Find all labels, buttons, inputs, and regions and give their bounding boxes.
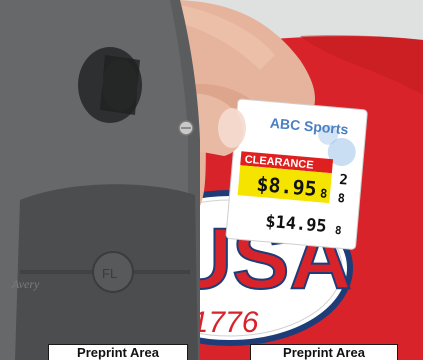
labeling-gun: FL Avery [0, 0, 200, 360]
price-label: ABC Sports CLEARANCE $8.95 8 2 8 $14.95 … [225, 98, 368, 250]
preprint-area-callout-right: Preprint Area [250, 344, 398, 360]
gun-brand: Avery [11, 277, 40, 291]
sale-code: 8 [319, 186, 327, 201]
photo-scene: USA Est.1776 ABC Sports CLEARANCE $8.95 … [0, 0, 423, 360]
original-code: 8 [334, 224, 342, 238]
svg-text:FL: FL [102, 266, 117, 281]
side-code-bottom: 8 [337, 191, 345, 206]
side-code-top: 2 [339, 172, 349, 189]
product-photo: USA Est.1776 ABC Sports CLEARANCE $8.95 … [0, 0, 423, 360]
preprint-area-callout-left: Preprint Area [48, 344, 188, 360]
